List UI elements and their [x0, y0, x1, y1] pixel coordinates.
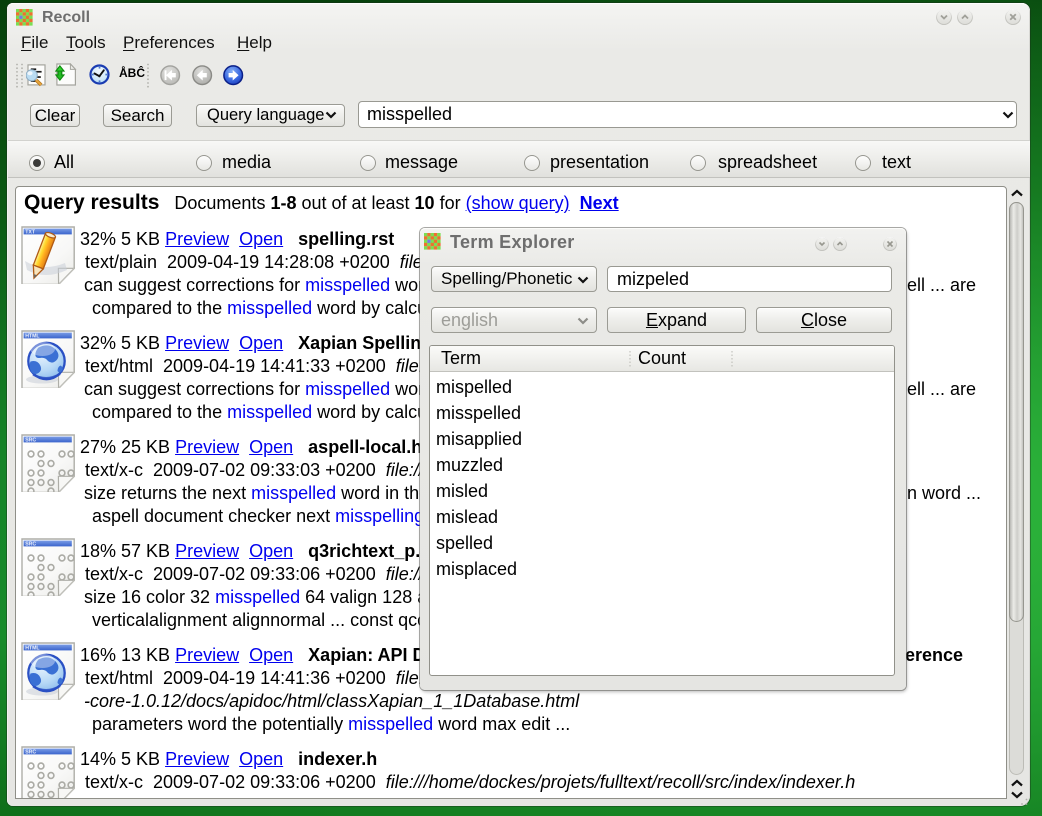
svg-text:SRC: SRC: [25, 541, 36, 547]
svg-text:HTML: HTML: [25, 333, 40, 339]
svg-text:SRC: SRC: [25, 749, 36, 755]
svg-text:HTML: HTML: [25, 645, 40, 651]
svg-text:TXT: TXT: [25, 229, 36, 235]
svg-text:SRC: SRC: [25, 437, 36, 443]
